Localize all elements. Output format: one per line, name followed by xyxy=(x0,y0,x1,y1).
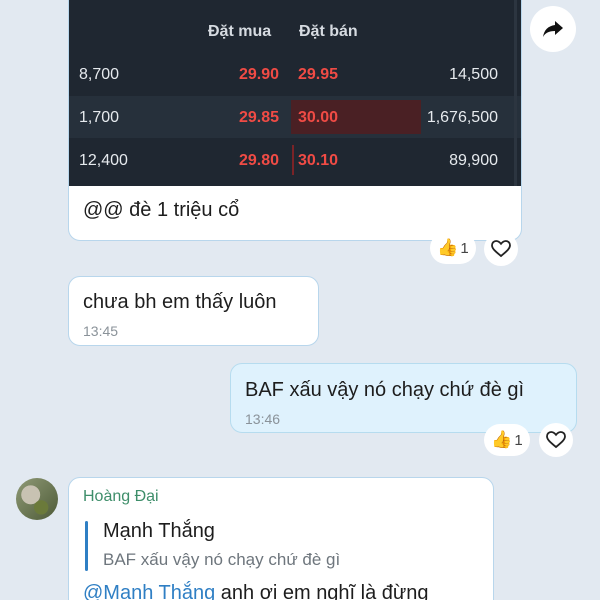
ask-volume: 1,676,500 xyxy=(426,109,498,126)
react-heart-button[interactable] xyxy=(484,232,518,266)
heart-outline-icon xyxy=(546,431,566,449)
share-button[interactable] xyxy=(530,6,576,52)
ask-volume: 14,500 xyxy=(449,66,498,83)
reaction-count: 1 xyxy=(460,239,469,257)
quote-author[interactable]: Mạnh Thắng xyxy=(103,520,215,543)
volume-highlight xyxy=(292,145,294,175)
outgoing-message-bubble[interactable]: BAF xấu vậy nó chạy chứ đè gì 13:46 xyxy=(230,363,577,433)
mention-link[interactable]: @Mạnh Thắng xyxy=(83,582,215,600)
orderbook-row: 1,700 29.85 30.00 1,676,500 xyxy=(69,96,521,138)
reaction-count: 1 xyxy=(514,431,523,449)
message-text: @Mạnh Thắng anh ơi em nghĩ là đừng xyxy=(83,582,429,600)
ask-header: Đặt bán xyxy=(299,23,358,40)
message-text: @@ đè 1 triệu cổ xyxy=(83,199,240,221)
quote-bar xyxy=(85,521,88,571)
message-time: 13:46 xyxy=(245,411,281,427)
orderbook-row: 8,700 29.90 29.95 14,500 xyxy=(69,53,521,95)
image-message-bubble[interactable]: Đặt mua Đặt bán 8,700 29.90 29.95 14,500… xyxy=(68,0,522,241)
bid-header: Đặt mua xyxy=(208,23,272,40)
thumbs-up-icon: 👍 xyxy=(491,430,513,449)
ask-price: 29.95 xyxy=(298,66,339,83)
orderbook-row: 12,400 29.80 30.10 89,900 xyxy=(69,139,521,181)
incoming-message-bubble[interactable]: chưa bh em thấy luôn 13:45 xyxy=(68,276,319,346)
message-text: BAF xấu vậy nó chạy chứ đè gì xyxy=(245,379,525,401)
heart-outline-icon xyxy=(491,240,511,258)
orderbook-screenshot[interactable]: Đặt mua Đặt bán 8,700 29.90 29.95 14,500… xyxy=(69,0,521,186)
bid-volume: 1,700 xyxy=(79,109,120,126)
ask-price: 30.00 xyxy=(298,109,339,126)
message-time: 13:45 xyxy=(83,323,119,339)
reply-message-bubble[interactable]: Hoàng Đại Mạnh Thắng BAF xấu vậy nó chạy… xyxy=(68,477,494,600)
share-icon xyxy=(543,21,563,37)
orderbook-scroll-edge xyxy=(514,0,517,186)
message-text: chưa bh em thấy luôn xyxy=(83,291,277,313)
chat-view: Đặt mua Đặt bán 8,700 29.90 29.95 14,500… xyxy=(0,0,600,600)
bid-volume: 12,400 xyxy=(79,152,128,169)
reaction-thumbs-up[interactable]: 👍 1 xyxy=(484,424,530,456)
bid-volume: 8,700 xyxy=(79,66,120,83)
quote-text[interactable]: BAF xấu vậy nó chạy chứ đè gì xyxy=(103,550,340,570)
bid-price: 29.90 xyxy=(238,66,279,83)
ask-price: 30.10 xyxy=(298,152,339,169)
react-heart-button[interactable] xyxy=(539,423,573,457)
bid-price: 29.85 xyxy=(238,109,279,126)
avatar[interactable] xyxy=(16,478,58,520)
reply-text: anh ơi em nghĩ là đừng xyxy=(215,582,429,600)
reaction-thumbs-up[interactable]: 👍 1 xyxy=(430,232,476,264)
bid-price: 29.80 xyxy=(238,152,279,169)
thumbs-up-icon: 👍 xyxy=(437,238,459,257)
sender-name[interactable]: Hoàng Đại xyxy=(83,488,159,506)
orderbook-header: Đặt mua Đặt bán xyxy=(69,23,521,47)
ask-volume: 89,900 xyxy=(449,152,498,169)
